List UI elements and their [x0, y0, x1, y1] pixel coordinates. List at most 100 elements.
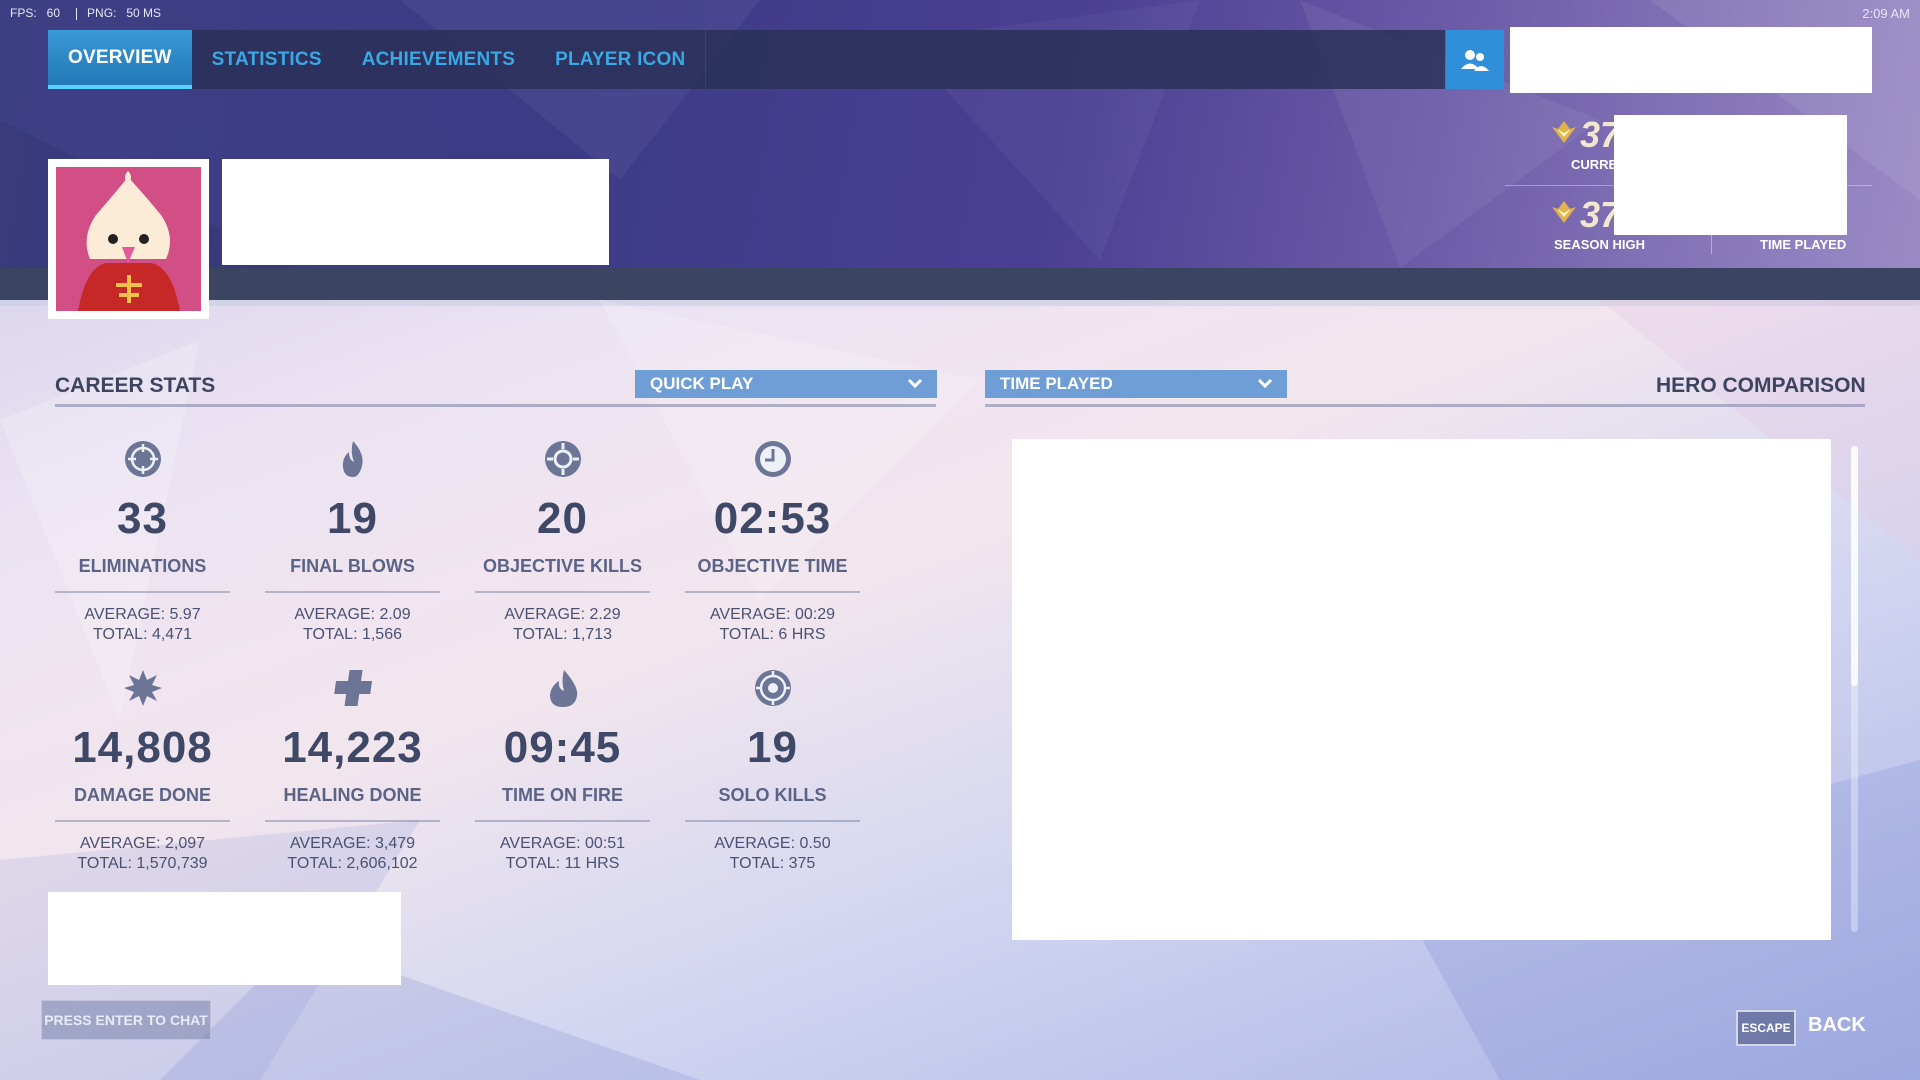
stat-average: AVERAGE: 2,097: [79, 835, 206, 852]
chat-input-prompt[interactable]: PRESS ENTER TO CHAT: [41, 1000, 211, 1040]
career-stats-title: CAREER STATS: [55, 374, 216, 397]
chat-log-redacted: [48, 892, 401, 985]
profile-tabs: OVERVIEW STATISTICS ACHIEVEMENTS PLAYER …: [48, 30, 1445, 89]
stat-value: 19: [747, 723, 798, 772]
time-played-caption: TIME PLAYED: [1760, 237, 1847, 252]
group-icon: [1461, 49, 1489, 71]
flame-icon: [342, 441, 363, 477]
chevron-down-icon: [1257, 378, 1273, 389]
stat-value: 14,808: [72, 723, 213, 772]
avatar-image: [78, 171, 180, 311]
rank-info-redacted: [1614, 115, 1847, 235]
stat-average: AVERAGE: 5.97: [84, 606, 201, 623]
stat-average: AVERAGE: 00:51: [499, 835, 626, 852]
crosshair-icon: [124, 441, 161, 477]
stat-divider: [475, 820, 650, 822]
stat-divider: [685, 591, 860, 593]
stat-average: AVERAGE: 00:29: [709, 606, 836, 623]
stat-total: TOTAL: 1,566: [302, 626, 402, 643]
stat-label: OBJECTIVE TIME: [697, 556, 848, 576]
stat-label: TIME ON FIRE: [502, 785, 623, 805]
stat-average: AVERAGE: 0.50: [714, 835, 831, 852]
stat-label: ELIMINATIONS: [78, 556, 207, 576]
stat-total: TOTAL: 1,570,739: [77, 855, 208, 872]
system-clock: 2:09 AM: [1862, 6, 1910, 21]
stat-value: 19: [327, 494, 378, 543]
stat-divider: [475, 591, 650, 593]
stat-label: FINAL BLOWS: [290, 556, 415, 576]
season-high-emblem-icon: [1552, 201, 1576, 223]
stat-eliminations: 33 ELIMINATIONS AVERAGE: 5.97 TOTAL: 4,47…: [55, 436, 230, 645]
hero-list-scrollbar[interactable]: [1851, 446, 1858, 932]
stat-final-blows: 19 FINAL BLOWS AVERAGE: 2.09 TOTAL: 1,566: [265, 436, 440, 645]
stat-average: AVERAGE: 2.29: [504, 606, 621, 623]
hero-sort-dropdown[interactable]: TIME PLAYED: [985, 370, 1287, 398]
stat-value: 09:45: [503, 723, 622, 772]
stat-label: HEALING DONE: [283, 785, 422, 805]
rank-vertical-divider: [1711, 232, 1712, 254]
stat-total: TOTAL: 11 HRS: [505, 855, 620, 872]
header-strip: [0, 268, 1920, 300]
stat-divider: [685, 820, 860, 822]
stat-objective-time: 02:53 OBJECTIVE TIME AVERAGE: 00:29 TOTAL…: [685, 436, 860, 645]
stat-time-on-fire: 09:45 TIME ON FIRE AVERAGE: 00:51 TOTAL: …: [475, 665, 650, 874]
objective-icon: [544, 441, 581, 477]
avatar: [56, 167, 201, 311]
stat-label: OBJECTIVE KILLS: [482, 556, 643, 576]
current-rank-caption: CURRE: [1571, 157, 1618, 172]
stat-value: 14,223: [282, 723, 423, 772]
fps-value: 60: [46, 6, 61, 20]
hero-sort-value: TIME PLAYED: [1000, 374, 1113, 393]
tab-player-icon[interactable]: PLAYER ICON: [535, 30, 705, 89]
hero-comparison-rule: [985, 404, 1865, 407]
stat-divider: [55, 591, 230, 593]
tab-overview[interactable]: OVERVIEW: [48, 30, 192, 89]
stat-total: TOTAL: 6 HRS: [719, 626, 826, 643]
burst-icon: [123, 670, 162, 706]
stat-objective-kills: 20 OBJECTIVE KILLS AVERAGE: 2.29 TOTAL: 1…: [475, 436, 650, 645]
back-button[interactable]: BACK: [1808, 1014, 1866, 1037]
escape-key-hint[interactable]: ESCAPE: [1736, 1010, 1796, 1046]
clock-icon: [754, 441, 791, 477]
target-icon: [754, 670, 791, 706]
stat-total: TOTAL: 2,606,102: [287, 855, 418, 872]
stat-average: AVERAGE: 2.09: [294, 606, 411, 623]
fire-drop-icon: [549, 670, 577, 707]
stat-healing-done: 14,223 HEALING DONE AVERAGE: 3,479 TOTAL:…: [265, 665, 440, 874]
player-name-redacted: [1510, 27, 1872, 93]
header-divider: [0, 300, 1920, 306]
ping-label: PNG:: [87, 6, 117, 20]
season-high-caption: SEASON HIGH: [1554, 237, 1646, 252]
stat-solo-kills: 19 SOLO KILLS AVERAGE: 0.50 TOTAL: 375: [685, 665, 860, 874]
hero-comparison-title: HERO COMPARISON: [1656, 374, 1866, 397]
stat-label: DAMAGE DONE: [73, 785, 211, 805]
stat-divider: [265, 591, 440, 593]
rank-emblem-icon: [1552, 121, 1576, 143]
ping-value: 50 MS: [126, 6, 162, 20]
fps-label: FPS:: [10, 6, 37, 20]
player-avatar-frame[interactable]: [48, 159, 209, 319]
player-info-redacted: [222, 159, 609, 265]
stat-total: TOTAL: 375: [729, 855, 816, 872]
tab-achievements[interactable]: ACHIEVEMENTS: [342, 30, 535, 89]
performance-overlay: FPS: 60 PNG: 50 MS: [10, 6, 171, 20]
career-stats-rule: [55, 404, 936, 407]
stat-divider: [265, 820, 440, 822]
game-mode-value: QUICK PLAY: [650, 374, 754, 393]
stat-label: SOLO KILLS: [718, 785, 827, 805]
overlay-separator: [76, 7, 78, 20]
plus-icon: [333, 670, 372, 706]
stat-total: TOTAL: 1,713: [512, 626, 612, 643]
stat-divider: [55, 820, 230, 822]
stat-value: 20: [537, 494, 588, 543]
tab-statistics[interactable]: STATISTICS: [192, 30, 342, 89]
scrollbar-thumb[interactable]: [1851, 446, 1858, 686]
game-mode-dropdown[interactable]: QUICK PLAY: [635, 370, 937, 398]
stat-total: TOTAL: 4,471: [92, 626, 192, 643]
social-button[interactable]: [1446, 30, 1504, 89]
stat-damage-done: 14,808 DAMAGE DONE AVERAGE: 2,097 TOTAL: …: [55, 665, 230, 874]
stat-value: 02:53: [713, 494, 832, 543]
hero-comparison-panel: [1012, 439, 1831, 940]
chevron-down-icon: [907, 378, 923, 389]
stat-value: 33: [117, 494, 168, 543]
